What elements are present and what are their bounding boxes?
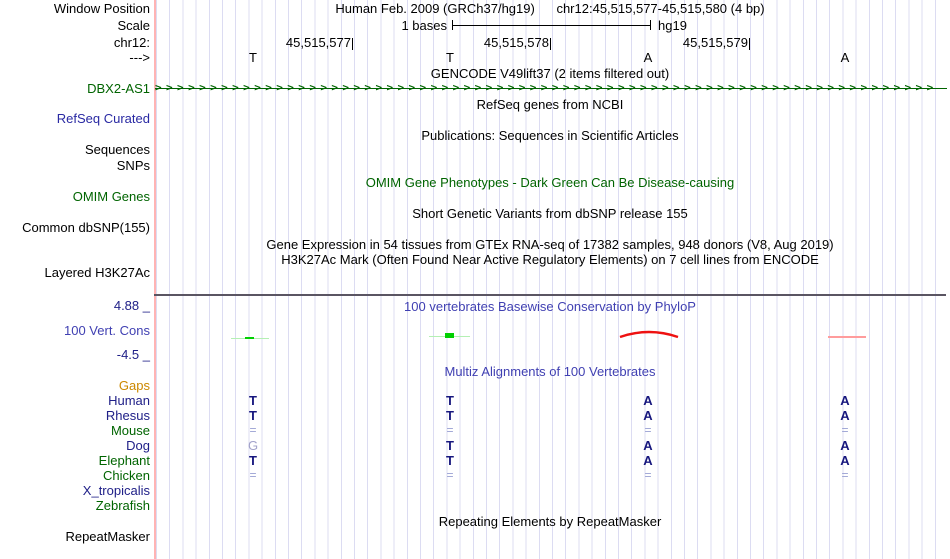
alignment-gap-mark: = [446,423,454,437]
strand-direction-label[interactable]: ---> [0,50,150,65]
multiz-row-label-human[interactable]: Human [0,393,150,408]
alignment-gap-mark: = [249,468,257,482]
multiz-row-label-elephant[interactable]: Elephant [0,453,150,468]
alignment-base: T [249,408,257,423]
alignment-base: A [840,408,850,423]
multiz-row-label-mouse[interactable]: Mouse [0,423,150,438]
alignment-base: T [446,453,454,468]
phylop-positive-mark-1 [245,337,254,339]
alignment-base: A [643,438,653,453]
genome-browser-image: Window Position Human Feb. 2009 (GRCh37/… [0,0,950,559]
publications-track-title[interactable]: Publications: Sequences in Scientific Ar… [154,128,946,143]
omim-genes-label[interactable]: OMIM Genes [0,189,150,204]
alignment-base: A [840,453,850,468]
refseq-track-title[interactable]: RefSeq genes from NCBI [154,97,946,112]
alignment-base: T [446,393,454,408]
chromosome-label: chr12: [113,35,150,50]
sequence-base: T [446,50,454,65]
alignment-base: T [446,408,454,423]
dbx2-arrow-line[interactable]: >>>>>>>>>>>>>>>>>>>>>>>>>>>>>>>>>>>>>>>>… [155,82,947,94]
omim-track-title[interactable]: OMIM Gene Phenotypes - Dark Green Can Be… [154,175,946,190]
alignment-gap-mark: = [841,423,849,437]
gencode-gene-label[interactable]: DBX2-AS1 [0,81,150,96]
alignment-gap-mark: = [249,423,257,437]
multiz-row-label-zebrafish[interactable]: Zebrafish [0,498,150,513]
alignment-base: G [247,438,259,453]
assembly-name: Human Feb. 2009 (GRCh37/hg19) [335,1,535,16]
ruler-tick[interactable]: 45,515,579 [683,35,750,50]
phylop-track-title[interactable]: 100 vertebrates Basewise Conservation by… [154,299,946,314]
gencode-track-title[interactable]: GENCODE V49lift37 (2 items filtered out) [154,66,946,81]
window-position-label: Window Position [53,1,150,16]
alignment-base: A [643,453,653,468]
scale-value: 1 bases [401,18,447,33]
scale-bar-right-tick [650,20,651,30]
ruler-tick-mark [550,37,551,50]
repeatmasker-label[interactable]: RepeatMasker [0,529,150,544]
multiz-row-label-chicken[interactable]: Chicken [0,468,150,483]
ruler-tick[interactable]: 45,515,577 [286,35,353,50]
refseq-curated-label[interactable]: RefSeq Curated [0,111,150,126]
ruler-tick-value: 45,515,578 [483,35,549,50]
multiz-row-label-rhesus[interactable]: Rhesus [0,408,150,423]
sequence-base: A [643,50,653,65]
common-dbsnp-label[interactable]: Common dbSNP(155) [0,220,150,235]
phylop-axis-max: 4.88 _ [113,298,150,313]
phylop-axis-min: -4.5 _ [116,347,150,362]
assembly-tag: hg19 [658,18,687,33]
window-coordinates: chr12:45,515,577-45,515,580 (4 bp) [556,1,765,16]
snps-label[interactable]: SNPs [0,158,150,173]
multiz-track-title[interactable]: Multiz Alignments of 100 Vertebrates [154,364,946,379]
scale-label: Scale [117,18,150,33]
scale-bar-left-tick [452,20,453,30]
alignment-gap-mark: = [644,423,652,437]
vert-cons-label[interactable]: 100 Vert. Cons [0,323,150,338]
alignment-base: A [643,393,653,408]
multiz-row-label-gaps[interactable]: Gaps [0,378,150,393]
phylop-negative-mark-2 [828,336,866,338]
ruler-tick[interactable]: 45,515,578 [484,35,551,50]
sequences-label[interactable]: Sequences [0,142,150,157]
gtex-track-title[interactable]: Gene Expression in 54 tissues from GTEx … [154,237,946,252]
h3k27ac-track-title[interactable]: H3K27Ac Mark (Often Found Near Active Re… [154,252,946,267]
alignment-base: T [249,453,257,468]
alignment-gap-mark: = [644,468,652,482]
alignment-base: A [840,393,850,408]
track-separator-line [154,294,946,296]
alignment-gap-mark: = [446,468,454,482]
alignment-base: A [643,408,653,423]
ruler-tick-value: 45,515,579 [682,35,748,50]
multiz-row-label-xtropicalis[interactable]: X_tropicalis [0,483,150,498]
multiz-row-label-dog[interactable]: Dog [0,438,150,453]
ruler-tick-mark [352,37,353,50]
ruler-tick-value: 45,515,577 [285,35,351,50]
repeatmasker-track-title[interactable]: Repeating Elements by RepeatMasker [154,514,946,529]
phylop-positive-mark-2 [445,333,454,338]
alignment-base: A [840,438,850,453]
phylop-negative-arch [619,330,679,339]
ruler-tick-mark [749,37,750,50]
alignment-gap-mark: = [841,468,849,482]
layered-h3k27ac-label[interactable]: Layered H3K27Ac [0,265,150,280]
sequence-base: A [840,50,850,65]
alignment-base: T [446,438,454,453]
scale-bar [452,25,650,26]
dbsnp-track-title[interactable]: Short Genetic Variants from dbSNP releas… [154,206,946,221]
sequence-base: T [249,50,257,65]
alignment-base: T [249,393,257,408]
assembly-position-line: Human Feb. 2009 (GRCh37/hg19) chr12:45,5… [154,1,946,16]
